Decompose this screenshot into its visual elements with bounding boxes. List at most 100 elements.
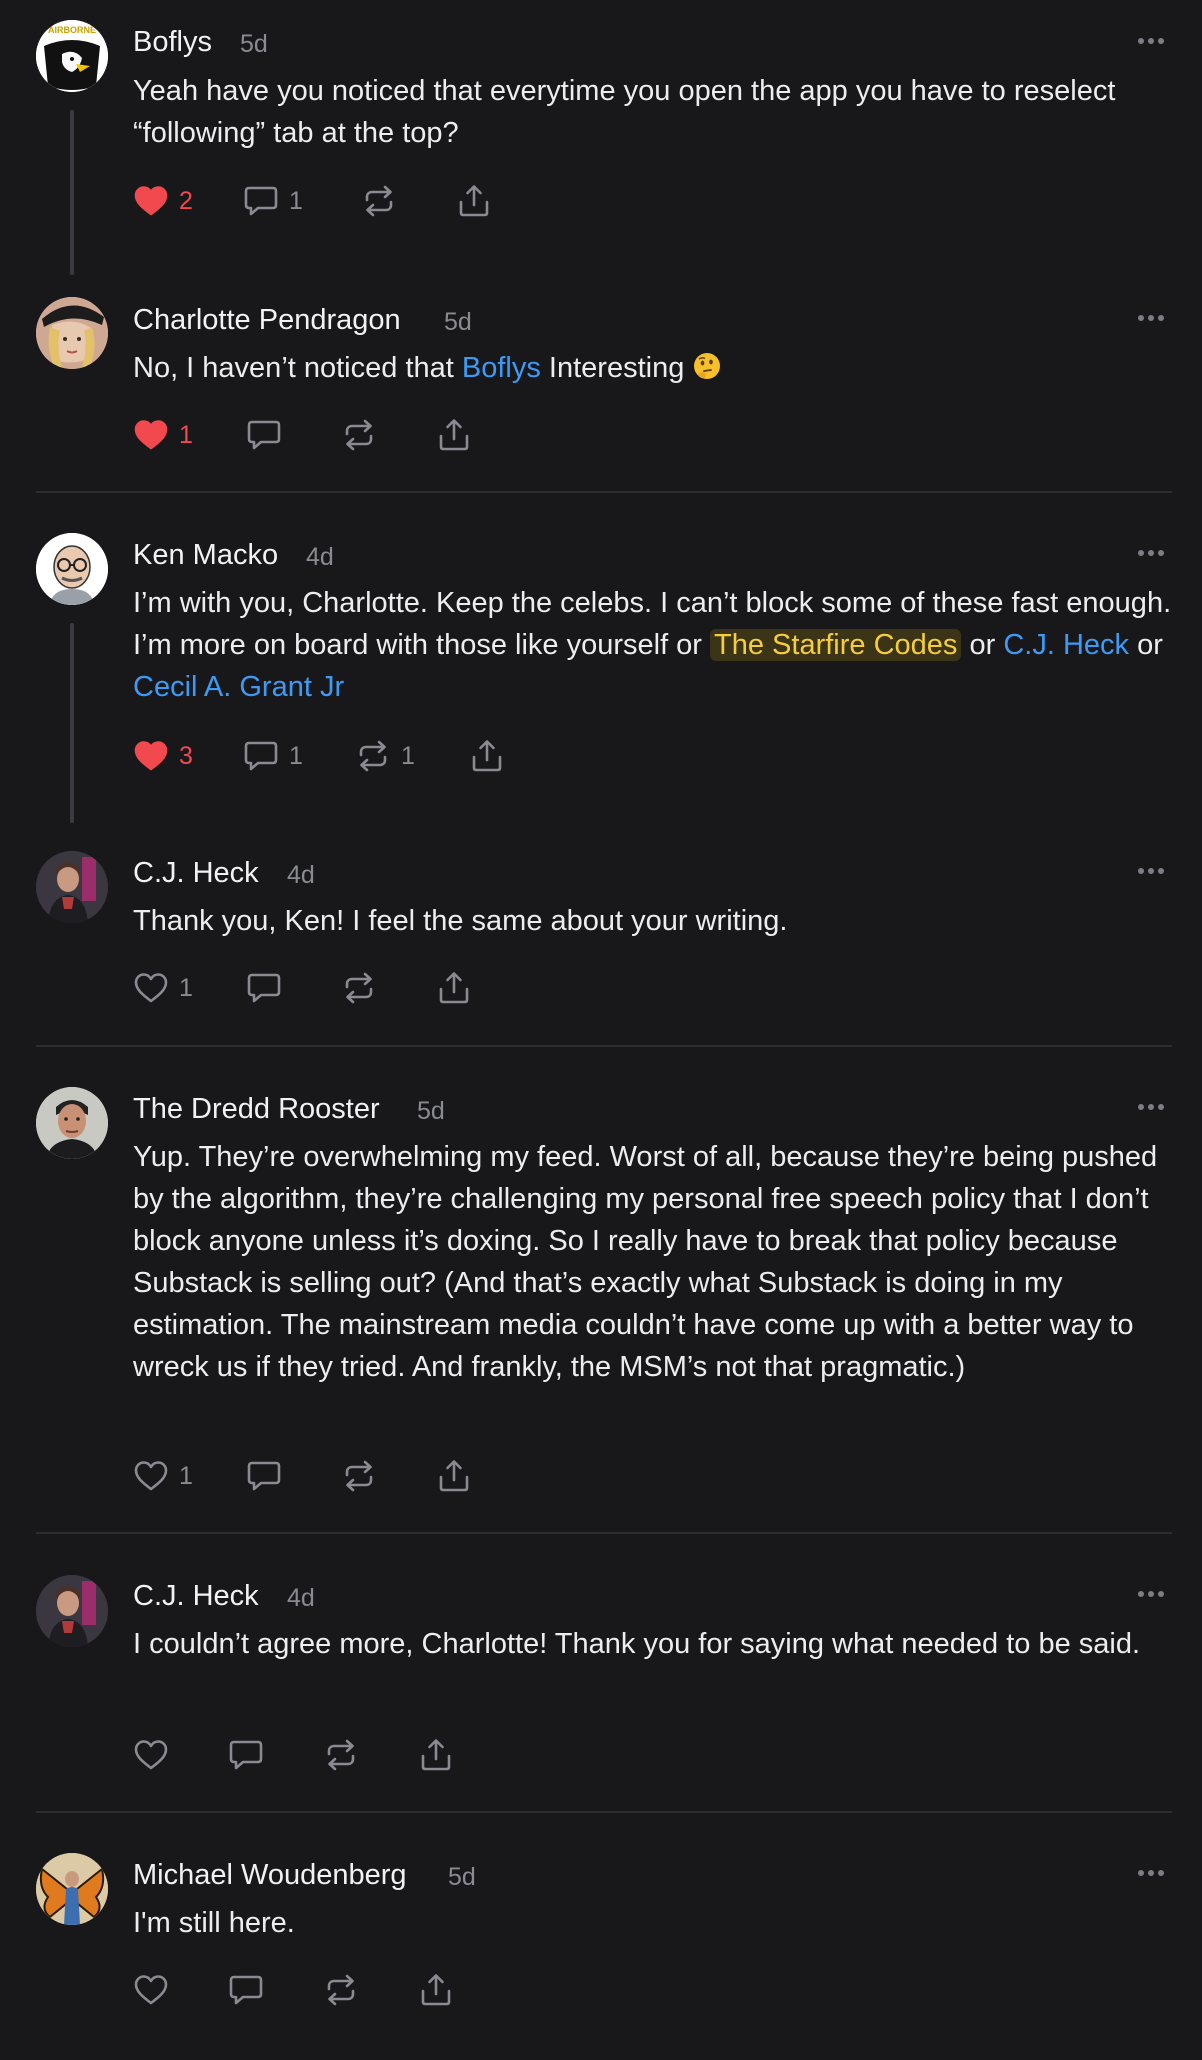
more-options-button[interactable] bbox=[1135, 1587, 1167, 1601]
restack-button[interactable] bbox=[361, 183, 397, 219]
mention-link[interactable]: C.J. Heck bbox=[1003, 629, 1129, 661]
share-button[interactable] bbox=[418, 1737, 454, 1773]
reply-count: 1 bbox=[289, 742, 303, 770]
restack-icon bbox=[341, 970, 377, 1006]
timestamp: 5d bbox=[417, 1097, 445, 1125]
comment-cj-heck: C.J. Heck 4d Thank you, Ken! I feel the … bbox=[0, 833, 1202, 1045]
author-name[interactable]: C.J. Heck bbox=[133, 855, 259, 891]
avatar-ken-macko[interactable] bbox=[36, 533, 108, 605]
restack-icon bbox=[323, 1737, 359, 1773]
share-icon bbox=[418, 1972, 454, 2008]
comment-cj-heck-2: C.J. Heck 4d I couldn’t agree more, Char… bbox=[0, 1534, 1202, 1811]
heart-icon bbox=[133, 738, 169, 774]
more-options-button[interactable] bbox=[1135, 864, 1167, 878]
like-button[interactable] bbox=[133, 1972, 169, 2008]
reply-button[interactable]: 1 bbox=[243, 183, 303, 219]
more-options-button[interactable] bbox=[1135, 34, 1167, 48]
comment-text: No, I haven’t noticed that Boflys Intere… bbox=[133, 347, 1178, 389]
avatar-michael-woudenberg[interactable] bbox=[36, 1853, 108, 1925]
share-button[interactable] bbox=[418, 1972, 454, 2008]
like-button[interactable]: 1 bbox=[133, 1458, 193, 1494]
restack-button[interactable] bbox=[341, 417, 377, 453]
more-options-button[interactable] bbox=[1135, 311, 1167, 325]
share-button[interactable] bbox=[436, 417, 472, 453]
like-count: 1 bbox=[179, 974, 193, 1002]
author-name[interactable]: Boflys bbox=[133, 24, 212, 60]
share-button[interactable] bbox=[436, 1458, 472, 1494]
timestamp: 5d bbox=[240, 30, 268, 58]
reply-button[interactable] bbox=[228, 1972, 264, 2008]
airborne-patch-icon: AIRBORNE bbox=[36, 20, 108, 92]
share-icon bbox=[436, 1458, 472, 1494]
like-count: 1 bbox=[179, 421, 193, 449]
share-icon bbox=[436, 970, 472, 1006]
more-options-button[interactable] bbox=[1135, 546, 1167, 560]
comment-icon bbox=[246, 970, 282, 1006]
restack-button[interactable]: 1 bbox=[355, 738, 415, 774]
comment-icon bbox=[246, 1458, 282, 1494]
heart-icon bbox=[133, 183, 169, 219]
profile-photo bbox=[36, 851, 108, 923]
avatar-cj-heck[interactable] bbox=[36, 1575, 108, 1647]
more-options-button[interactable] bbox=[1135, 1100, 1167, 1114]
highlighted-mention-link[interactable]: The Starfire Codes bbox=[710, 629, 962, 661]
share-button[interactable] bbox=[436, 970, 472, 1006]
avatar-charlotte-pendragon[interactable] bbox=[36, 297, 108, 369]
heart-icon bbox=[133, 1972, 169, 2008]
author-name[interactable]: Charlotte Pendragon bbox=[133, 302, 401, 338]
reply-button[interactable] bbox=[246, 970, 282, 1006]
comment-icon bbox=[243, 183, 279, 219]
reply-button[interactable] bbox=[228, 1737, 264, 1773]
svg-text:AIRBORNE: AIRBORNE bbox=[48, 25, 96, 35]
avatar-boflys[interactable]: AIRBORNE bbox=[36, 20, 108, 92]
like-button[interactable]: 2 bbox=[133, 183, 193, 219]
reply-button[interactable] bbox=[246, 417, 282, 453]
more-options-button[interactable] bbox=[1135, 1866, 1167, 1880]
like-button[interactable]: 1 bbox=[133, 417, 193, 453]
mention-link[interactable]: Cecil A. Grant Jr bbox=[133, 671, 344, 703]
reply-button[interactable]: 1 bbox=[243, 738, 303, 774]
heart-icon bbox=[133, 970, 169, 1006]
profile-photo bbox=[36, 1575, 108, 1647]
share-icon bbox=[469, 738, 505, 774]
author-name[interactable]: The Dredd Rooster bbox=[133, 1091, 380, 1127]
thinking-face-emoji-icon bbox=[694, 353, 721, 379]
like-count: 1 bbox=[179, 1462, 193, 1490]
comment-icon bbox=[228, 1972, 264, 2008]
comment-charlotte-pendragon: Charlotte Pendragon 5d No, I haven’t not… bbox=[0, 280, 1202, 490]
restack-count: 1 bbox=[401, 742, 415, 770]
profile-cartoon bbox=[36, 533, 108, 605]
restack-icon bbox=[355, 738, 391, 774]
restack-button[interactable] bbox=[323, 1737, 359, 1773]
profile-photo bbox=[36, 1853, 108, 1925]
avatar-the-dredd-rooster[interactable] bbox=[36, 1087, 108, 1159]
author-name[interactable]: Michael Woudenberg bbox=[133, 1857, 407, 1893]
author-name[interactable]: Ken Macko bbox=[133, 537, 278, 573]
share-icon bbox=[436, 417, 472, 453]
comment-text: I’m with you, Charlotte. Keep the celebs… bbox=[133, 582, 1178, 708]
mention-link[interactable]: Boflys bbox=[462, 352, 541, 384]
text-segment: or bbox=[1129, 629, 1163, 661]
restack-icon bbox=[323, 1972, 359, 2008]
restack-button[interactable] bbox=[341, 1458, 377, 1494]
avatar-cj-heck[interactable] bbox=[36, 851, 108, 923]
like-button[interactable] bbox=[133, 1737, 169, 1773]
share-button[interactable] bbox=[456, 183, 492, 219]
like-button[interactable]: 1 bbox=[133, 970, 193, 1006]
reply-button[interactable] bbox=[246, 1458, 282, 1494]
author-name[interactable]: C.J. Heck bbox=[133, 1578, 259, 1614]
heart-icon bbox=[133, 417, 169, 453]
like-button[interactable]: 3 bbox=[133, 738, 193, 774]
share-icon bbox=[456, 183, 492, 219]
restack-button[interactable] bbox=[341, 970, 377, 1006]
timestamp: 5d bbox=[444, 308, 472, 336]
restack-button[interactable] bbox=[323, 1972, 359, 2008]
restack-icon bbox=[361, 183, 397, 219]
timestamp: 4d bbox=[287, 861, 315, 889]
like-count: 3 bbox=[179, 742, 193, 770]
text-segment: Interesting bbox=[540, 352, 693, 384]
like-count: 2 bbox=[179, 187, 193, 215]
text-segment: or bbox=[961, 629, 1004, 661]
comment-boflys: AIRBORNE Boflys 5d Yeah have you noticed… bbox=[0, 0, 1202, 280]
share-button[interactable] bbox=[469, 738, 505, 774]
